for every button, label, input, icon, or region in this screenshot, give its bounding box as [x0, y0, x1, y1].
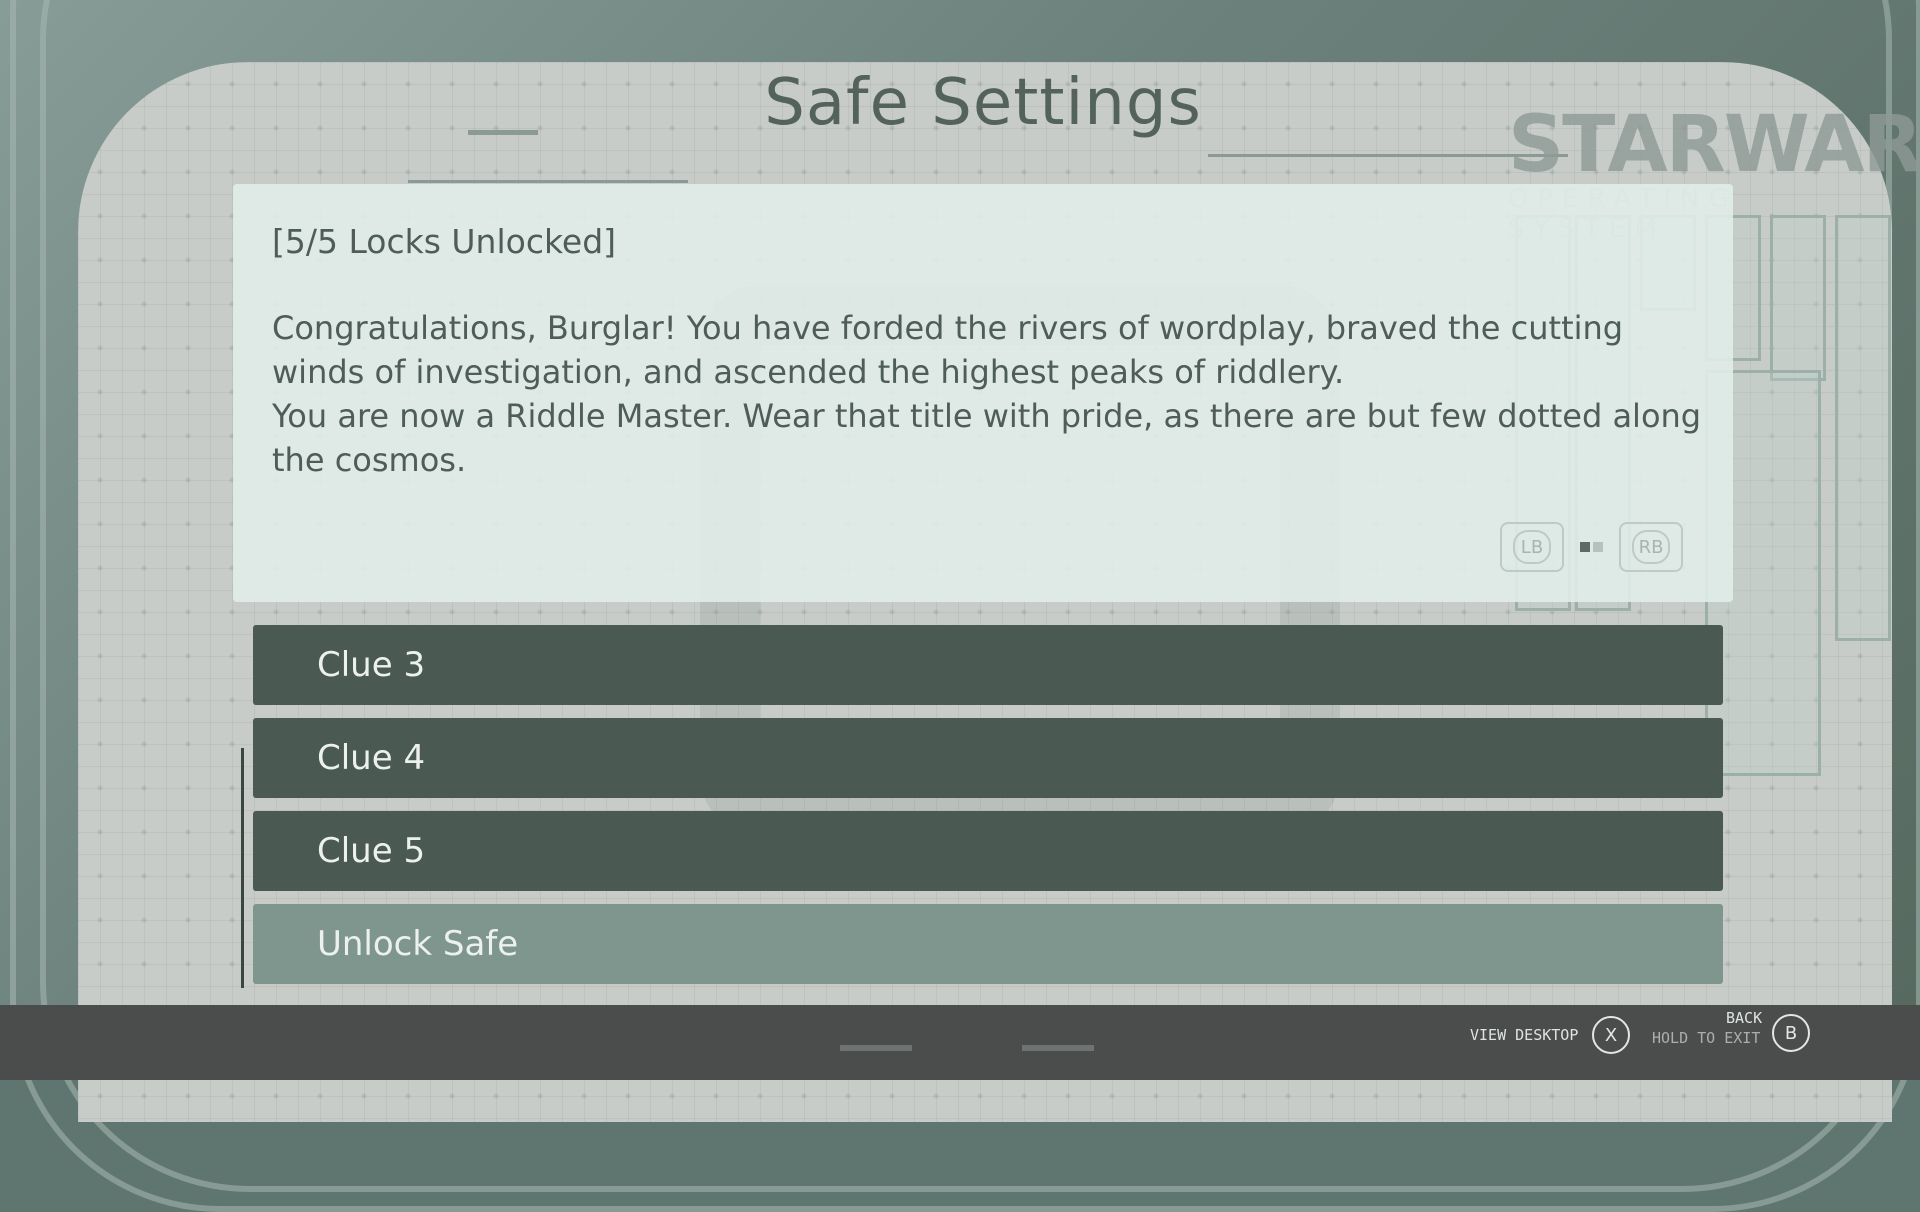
- rb-label: RB: [1632, 530, 1670, 564]
- divider: [408, 180, 688, 183]
- hold-to-exit-label: HOLD TO EXIT: [1652, 1029, 1761, 1047]
- message-panel: [5/5 Locks Unlocked] Congratulations, Bu…: [233, 184, 1733, 602]
- footer-dots: [80, 1024, 1620, 1028]
- footer-divider: [840, 1045, 912, 1051]
- page-dot-active: [1580, 542, 1590, 552]
- brand-name: STARWARE: [1508, 100, 1920, 190]
- next-page-button[interactable]: RB: [1619, 522, 1683, 572]
- x-button-icon[interactable]: X: [1592, 1016, 1630, 1054]
- view-desktop-label: VIEW DESKTOP: [1470, 1026, 1579, 1044]
- menu-item-clue-3[interactable]: Clue 3: [253, 625, 1723, 705]
- menu-item-label: Clue 3: [317, 645, 426, 685]
- lb-label: LB: [1513, 530, 1551, 564]
- menu-item-label: Unlock Safe: [317, 924, 519, 964]
- page-dot: [1593, 542, 1603, 552]
- menu-item-label: Clue 4: [317, 738, 426, 778]
- menu-item-label: Clue 5: [317, 831, 426, 871]
- page-indicator: [1580, 542, 1603, 552]
- menu-item-clue-5[interactable]: Clue 5: [253, 811, 1723, 891]
- scroll-rail: [241, 748, 244, 988]
- message-text: Congratulations, Burglar! You have forde…: [272, 309, 1702, 479]
- menu-item-unlock-safe[interactable]: Unlock Safe: [253, 904, 1723, 984]
- lock-status: [5/5 Locks Unlocked]: [272, 222, 617, 261]
- back-label: BACK: [1726, 1009, 1763, 1027]
- b-button-icon[interactable]: B: [1772, 1014, 1810, 1052]
- prev-page-button[interactable]: LB: [1500, 522, 1564, 572]
- clue-menu: Clue 3 Clue 4 Clue 5 Unlock Safe: [253, 625, 1723, 997]
- footer-divider: [1022, 1045, 1094, 1051]
- menu-item-clue-4[interactable]: Clue 4: [253, 718, 1723, 798]
- footer-bar: VIEW DESKTOP X BACK HOLD TO EXIT B: [0, 1005, 1920, 1080]
- pager: LB RB: [1500, 522, 1683, 572]
